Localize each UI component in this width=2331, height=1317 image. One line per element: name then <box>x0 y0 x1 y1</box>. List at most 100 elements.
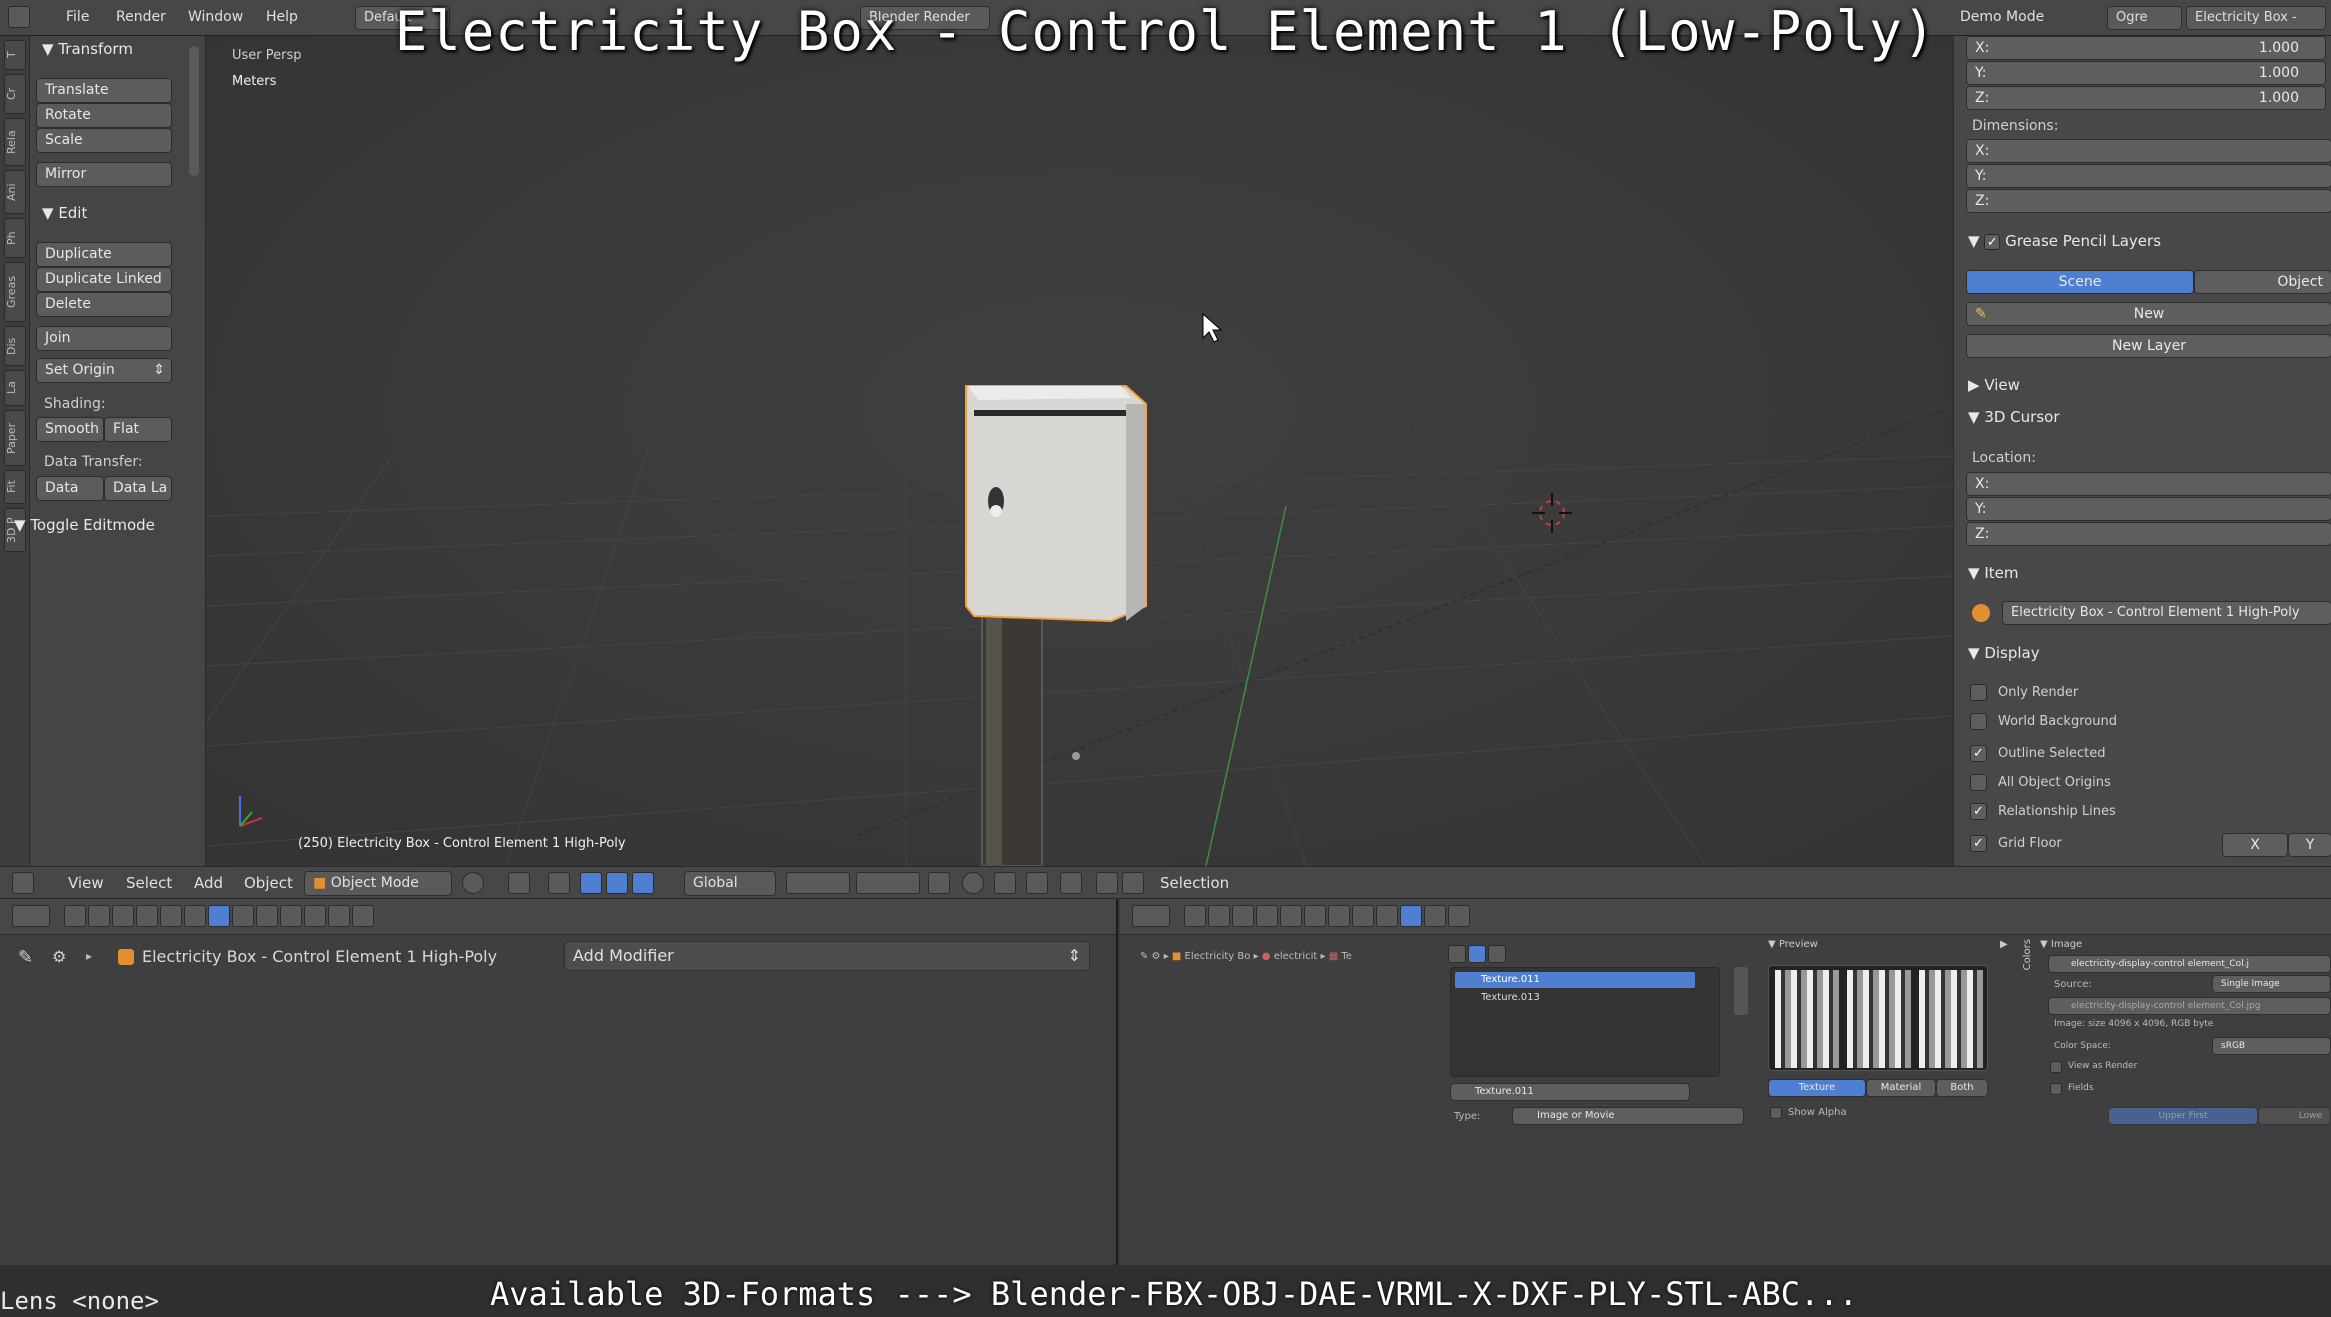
scale-y-field[interactable]: Y: 1.000 <box>1966 61 2326 85</box>
data-layout-button[interactable]: Data La <box>104 476 172 501</box>
image-panel-collapse-icon[interactable]: ▶ <box>2000 939 2008 950</box>
outline-selected-checkbox[interactable]: ✓ <box>1970 745 1987 762</box>
3d-viewport[interactable]: User Persp Meters (250) Electricity Box … <box>206 36 1953 866</box>
color-space-select[interactable]: sRGB <box>2212 1037 2331 1055</box>
grid-axis-y-toggle[interactable]: Y <box>2288 833 2331 857</box>
tab-fit[interactable]: Fit <box>4 470 26 504</box>
texture-name-field[interactable]: Texture.011 <box>1450 1083 1690 1101</box>
grease-pencil-checkbox[interactable]: ✓ <box>1984 233 2001 250</box>
material-tab-icon[interactable] <box>280 905 302 927</box>
transform-panel-header[interactable]: ▼ Transform <box>42 40 133 58</box>
material-tab-icon[interactable] <box>1376 905 1398 927</box>
tab-la[interactable]: La <box>4 370 26 406</box>
texture-type-select[interactable]: Image or Movie <box>1512 1107 1744 1125</box>
view-panel-header[interactable]: ▶ View <box>1968 376 2020 394</box>
opengl-render-icon[interactable] <box>1096 872 1118 894</box>
world-tab-icon[interactable] <box>136 905 158 927</box>
scale-manipulator-icon[interactable] <box>632 872 654 894</box>
constraints-tab-icon[interactable] <box>184 905 206 927</box>
snap-element-icon[interactable] <box>1026 872 1048 894</box>
modifiers-tab-icon[interactable] <box>208 905 230 927</box>
info-editor-type-icon[interactable] <box>8 6 30 28</box>
texture-slot-list[interactable]: Texture.011 Texture.013 <box>1450 967 1720 1077</box>
image-panel-header[interactable]: ▼ Image <box>2040 939 2082 950</box>
grease-pencil-panel-header[interactable]: ▼ ✓ Grease Pencil Layers <box>1968 232 2161 250</box>
view-menu[interactable]: View <box>68 874 104 892</box>
3d-cursor-icon[interactable] <box>1532 493 1572 533</box>
scene-tab-icon[interactable] <box>1232 905 1254 927</box>
object-tab-icon[interactable] <box>160 905 182 927</box>
lower-first-option[interactable]: Lowe <box>2258 1107 2331 1125</box>
grease-scene-tab[interactable]: Scene <box>1966 270 2194 294</box>
duplicate-linked-button[interactable]: Duplicate Linked <box>36 267 172 292</box>
particles-tab-icon[interactable] <box>1424 905 1446 927</box>
show-alpha-checkbox[interactable] <box>1770 1107 1782 1119</box>
3d-cursor-panel-header[interactable]: ▼ 3D Cursor <box>1968 408 2059 426</box>
preview-both-tab[interactable]: Both <box>1936 1079 1988 1097</box>
add-menu[interactable]: Add <box>194 874 223 892</box>
viewport-shading-icon[interactable] <box>462 872 484 894</box>
tab-relations[interactable]: Rela <box>4 118 26 166</box>
render-tab-icon[interactable] <box>1184 905 1206 927</box>
translate-button[interactable]: Translate <box>36 78 172 103</box>
dimension-y-field[interactable]: Y: <box>1966 164 2331 188</box>
tab-animation[interactable]: Ani <box>4 170 26 214</box>
modifiers-tab-icon[interactable] <box>1328 905 1350 927</box>
flat-button[interactable]: Flat <box>104 417 172 442</box>
render-layers-tab-icon[interactable] <box>1208 905 1230 927</box>
physics-tab-icon[interactable] <box>1448 905 1470 927</box>
electricity-box-model[interactable] <box>965 385 1147 866</box>
proportional-edit-icon[interactable] <box>962 872 984 894</box>
world-background-checkbox[interactable] <box>1970 713 1987 730</box>
scale-x-field[interactable]: X: 1.000 <box>1966 36 2326 60</box>
orientation-selector[interactable]: Global <box>684 871 776 896</box>
tab-paper[interactable]: Paper <box>4 410 26 466</box>
preview-material-tab[interactable]: Material <box>1866 1079 1936 1097</box>
particles-tab-icon[interactable] <box>328 905 350 927</box>
translate-manipulator-icon[interactable] <box>580 872 602 894</box>
texture-context-material-icon[interactable] <box>1468 945 1486 963</box>
dimension-z-field[interactable]: Z: <box>1966 189 2331 213</box>
object-tab-icon[interactable] <box>1280 905 1302 927</box>
render-tab-icon[interactable] <box>64 905 86 927</box>
colors-side-tab[interactable]: Colors <box>2022 939 2033 970</box>
world-tab-icon[interactable] <box>1256 905 1278 927</box>
texture-context-other-icon[interactable] <box>1488 945 1506 963</box>
tab-grease-pencil[interactable]: Greas <box>4 262 26 322</box>
texture-tab-icon[interactable] <box>1400 905 1422 927</box>
delete-button[interactable]: Delete <box>36 292 172 317</box>
menu-file[interactable]: File <box>66 9 89 25</box>
only-render-checkbox[interactable] <box>1970 684 1987 701</box>
texture-slot-item-1[interactable]: Texture.011 <box>1455 972 1695 988</box>
tab-display[interactable]: Dis <box>4 326 26 366</box>
grid-floor-checkbox[interactable]: ✓ <box>1970 835 1987 852</box>
select-menu[interactable]: Select <box>126 874 172 892</box>
scene-selector[interactable]: Electricity Box - <box>2186 6 2326 30</box>
view-as-render-checkbox[interactable] <box>2050 1061 2062 1073</box>
scene-tab-icon[interactable] <box>112 905 134 927</box>
new-layer-button[interactable]: New Layer <box>1966 334 2331 358</box>
layout-selector[interactable]: Default <box>355 6 450 30</box>
texture-context-world-icon[interactable] <box>1448 945 1466 963</box>
preview-panel-header[interactable]: ▼ Preview <box>1768 939 1818 950</box>
grease-object-tab[interactable]: Object <box>2194 270 2331 294</box>
toggle-editmode-panel-header[interactable]: ▼ Toggle Editmode <box>14 516 155 534</box>
physics-tab-icon[interactable] <box>352 905 374 927</box>
fields-checkbox[interactable] <box>2050 1083 2062 1095</box>
display-panel-header[interactable]: ▼ Display <box>1968 644 2040 662</box>
tab-tools[interactable]: T <box>4 40 26 70</box>
data-tab-icon[interactable] <box>1352 905 1374 927</box>
ogre-toggle[interactable]: Ogre <box>2107 6 2182 30</box>
grease-new-button[interactable]: ✎ New <box>1966 302 2331 326</box>
toolshelf-scrollbar[interactable] <box>189 46 199 176</box>
bone-tab-icon[interactable] <box>256 905 278 927</box>
image-filepath-field[interactable]: electricity-display-control element_Col.… <box>2048 997 2331 1015</box>
add-modifier-button[interactable]: Add Modifier ⇕ <box>564 941 1090 971</box>
texture-slot-item-2[interactable]: Texture.013 <box>1455 990 1695 1006</box>
opengl-anim-icon[interactable] <box>1122 872 1144 894</box>
data-button[interactable]: Data <box>36 476 104 501</box>
object-menu[interactable]: Object <box>244 874 293 892</box>
slot-move-buttons[interactable] <box>1734 967 1748 1015</box>
set-origin-menu[interactable]: Set Origin ⇕ <box>36 358 172 383</box>
cursor-z-field[interactable]: Z: <box>1966 522 2331 546</box>
